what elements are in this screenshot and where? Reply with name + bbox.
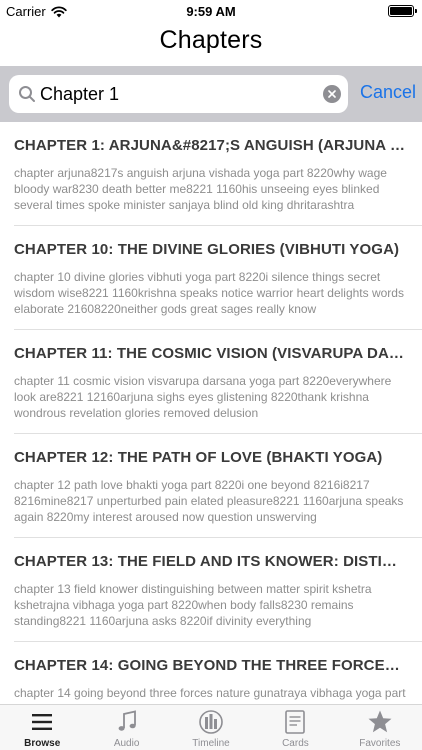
- music-note-icon: [118, 710, 136, 731]
- tab-label: Cards: [282, 738, 309, 749]
- chapter-row[interactable]: CHAPTER 13: THE FIELD AND ITS KNOWER: DI…: [0, 538, 422, 642]
- tab-audio[interactable]: Audio: [84, 705, 168, 750]
- star-icon: [368, 710, 392, 733]
- search-bar: Cancel: [0, 66, 422, 122]
- chapter-row[interactable]: CHAPTER 10: THE DIVINE GLORIES (VIBHUTI …: [0, 226, 422, 330]
- chapter-title: CHAPTER 12: THE PATH OF LOVE (BHAKTI YOG…: [14, 449, 383, 466]
- tab-bar: Browse Audio Timeline Cards Favorites: [0, 704, 422, 750]
- cards-icon: [285, 710, 306, 734]
- chapter-row[interactable]: CHAPTER 11: THE COSMIC VISION (VISVARUPA…: [0, 330, 422, 434]
- chapter-snippet: chapter 12 path love bhakti yoga part 82…: [14, 478, 404, 524]
- page-title: Chapters: [159, 26, 263, 54]
- tab-cards[interactable]: Cards: [253, 705, 337, 750]
- status-bar: Carrier 9:59 AM: [0, 0, 422, 22]
- chapter-snippet: chapter arjuna8217s anguish arjuna visha…: [14, 166, 387, 212]
- chapter-snippet: chapter 11 cosmic vision visvarupa darsa…: [14, 374, 392, 420]
- chapter-title: CHAPTER 10: THE DIVINE GLORIES (VIBHUTI …: [14, 241, 400, 258]
- tab-favorites[interactable]: Favorites: [338, 705, 422, 750]
- status-time: 9:59 AM: [186, 4, 236, 19]
- search-icon: [19, 86, 35, 102]
- chapter-row[interactable]: CHAPTER 1: ARJUNA&#8217;S ANGUISH (ARJUN…: [0, 122, 422, 226]
- cancel-button[interactable]: Cancel: [360, 82, 416, 103]
- chapter-list: CHAPTER 1: ARJUNA&#8217;S ANGUISH (ARJUN…: [0, 122, 422, 704]
- chapter-row[interactable]: CHAPTER 14: GOING BEYOND THE THREE FORCE…: [0, 642, 422, 704]
- tab-label: Timeline: [192, 738, 230, 749]
- chapter-snippet: chapter 13 field knower distinguishing b…: [14, 582, 372, 628]
- tab-browse[interactable]: Browse: [0, 705, 84, 750]
- chapter-row[interactable]: CHAPTER 12: THE PATH OF LOVE (BHAKTI YOG…: [0, 434, 422, 538]
- tab-timeline[interactable]: Timeline: [169, 705, 253, 750]
- search-field[interactable]: [9, 75, 348, 113]
- chapter-title: CHAPTER 11: THE COSMIC VISION (VISVARUPA…: [14, 345, 406, 362]
- chapter-title: CHAPTER 13: THE FIELD AND ITS KNOWER: DI…: [14, 553, 406, 570]
- timeline-icon: [199, 710, 223, 734]
- tab-label: Browse: [24, 738, 61, 749]
- chapter-snippet: chapter 14 going beyond three forces nat…: [14, 686, 406, 704]
- clear-search-icon[interactable]: [323, 85, 341, 103]
- tab-label: Audio: [113, 738, 140, 749]
- search-input[interactable]: [40, 79, 320, 109]
- tab-label: Favorites: [359, 738, 401, 749]
- battery-icon: [388, 5, 417, 17]
- chapter-title: CHAPTER 1: ARJUNA&#8217;S ANGUISH (ARJUN…: [14, 137, 406, 154]
- chapter-title: CHAPTER 14: GOING BEYOND THE THREE FORCE…: [14, 657, 406, 674]
- chapter-snippet: chapter 10 divine glories vibhuti yoga p…: [14, 270, 404, 316]
- list-icon: [32, 714, 53, 730]
